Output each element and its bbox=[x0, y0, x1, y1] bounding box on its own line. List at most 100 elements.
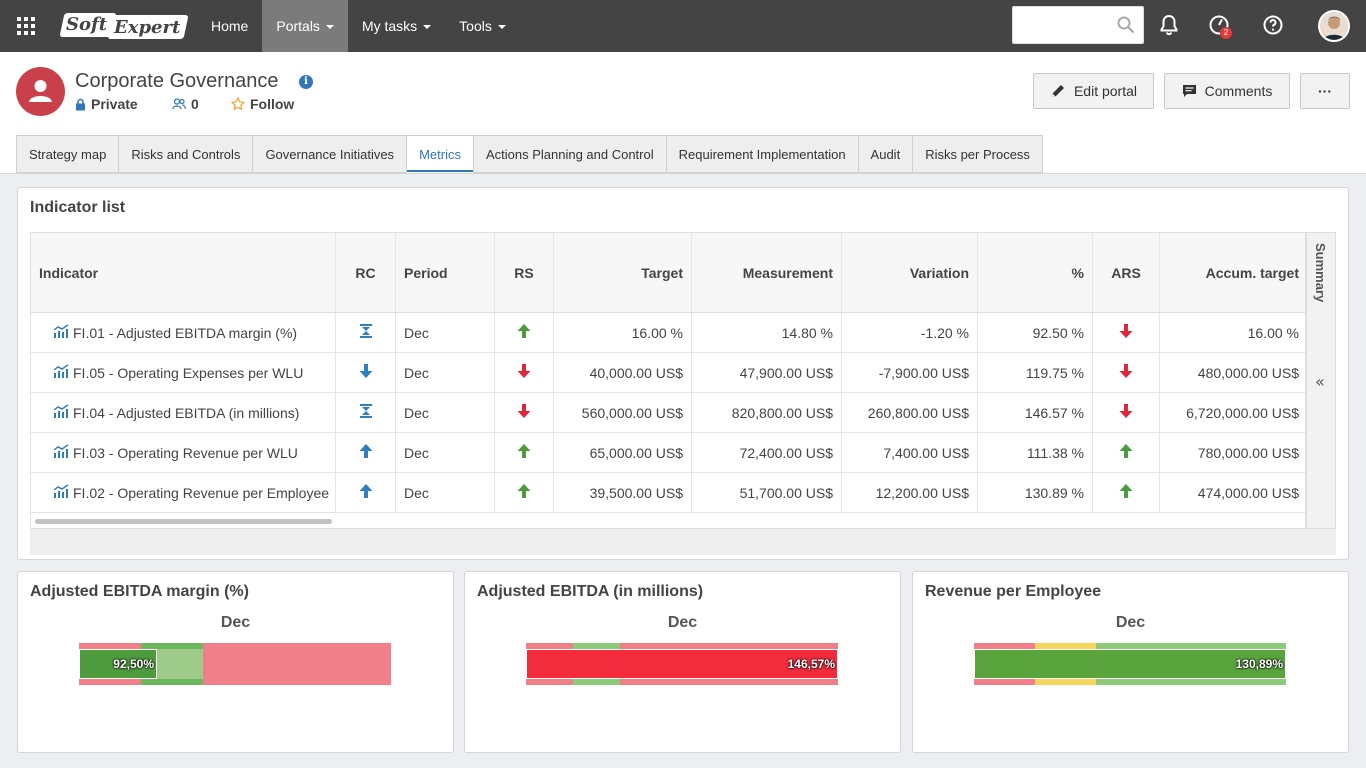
target-cell: 40,000.00 US$ bbox=[554, 353, 692, 392]
percent-cell: 146.57 % bbox=[978, 393, 1093, 432]
card-revenue-per-employee: Revenue per Employee Dec 130,89% bbox=[912, 571, 1349, 753]
column-header-ars[interactable]: ARS bbox=[1093, 233, 1160, 312]
arrow-down-red-icon bbox=[516, 363, 532, 382]
card-title: Adjusted EBITDA margin (%) bbox=[30, 583, 249, 600]
follow-toggle[interactable]: Follow bbox=[231, 96, 294, 112]
table-row[interactable]: FI.04 - Adjusted EBITDA (in millions) Dec… bbox=[31, 393, 1305, 433]
indicator-grid: Indicator RC Period RS Target Measuremen… bbox=[30, 232, 1306, 529]
horizontal-scrollbar[interactable] bbox=[31, 513, 1305, 528]
members-count[interactable]: 0 bbox=[172, 96, 199, 112]
gauge-value-label: 92,50% bbox=[113, 657, 154, 671]
variation-cell: 12,200.00 US$ bbox=[842, 473, 978, 512]
accum-target-cell: 480,000.00 US$ bbox=[1197, 364, 1299, 381]
chevron-down-icon bbox=[325, 24, 334, 29]
more-options-button[interactable]: ··· bbox=[1300, 73, 1350, 109]
column-header-period[interactable]: Period bbox=[396, 233, 495, 312]
card-title: Revenue per Employee bbox=[925, 583, 1102, 600]
info-icon[interactable]: i bbox=[299, 75, 313, 89]
indicator-name[interactable]: FI.03 - Operating Revenue per WLU bbox=[73, 445, 298, 461]
table-row[interactable]: FI.03 - Operating Revenue per WLU Dec 65,0… bbox=[31, 433, 1305, 473]
period-cell: Dec bbox=[396, 433, 495, 472]
indicator-list-panel: Indicator list Indicator RC Period RS Ta… bbox=[17, 187, 1349, 560]
edit-portal-button[interactable]: Edit portal bbox=[1033, 73, 1154, 109]
period-cell: Dec bbox=[396, 313, 495, 352]
column-header-measurement[interactable]: Measurement bbox=[692, 233, 842, 312]
rc-cell bbox=[336, 393, 396, 432]
indicator-cell[interactable]: FI.05 - Operating Expenses per WLU bbox=[31, 353, 336, 392]
panel-footer bbox=[30, 529, 1336, 555]
comments-button[interactable]: Comments bbox=[1164, 73, 1290, 109]
indicator-chart-icon bbox=[53, 404, 69, 421]
indicator-chart-icon bbox=[53, 484, 69, 501]
arrow-up-green-icon bbox=[1118, 443, 1134, 462]
column-header-rs[interactable]: RS bbox=[495, 233, 554, 312]
indicator-name[interactable]: FI.05 - Operating Expenses per WLU bbox=[73, 365, 303, 381]
accum-target-cell: 16.00 % bbox=[1247, 324, 1299, 341]
page-title: Corporate Governance bbox=[75, 70, 279, 92]
table-row[interactable]: FI.02 - Operating Revenue per Employee De… bbox=[31, 473, 1305, 513]
column-header-indicator[interactable]: Indicator bbox=[31, 233, 336, 312]
period-cell: Dec bbox=[396, 473, 495, 512]
summary-label: Summary bbox=[1313, 243, 1328, 303]
indicator-name[interactable]: FI.01 - Adjusted EBITDA margin (%) bbox=[73, 325, 297, 341]
search-icon[interactable] bbox=[1117, 16, 1135, 34]
column-header-variation[interactable]: Variation bbox=[842, 233, 978, 312]
tab-metrics[interactable]: Metrics bbox=[406, 135, 473, 173]
column-header-accum-target[interactable]: Accum. target bbox=[1160, 233, 1305, 312]
nav-portals[interactable]: Portals bbox=[262, 0, 348, 52]
card-ebitda-margin: Adjusted EBITDA margin (%) Dec 92,50% bbox=[17, 571, 454, 753]
indicator-name[interactable]: FI.02 - Operating Revenue per Employee bbox=[73, 485, 329, 501]
tab-strategy-map[interactable]: Strategy map bbox=[16, 135, 119, 173]
double-chevron-left-icon[interactable]: « bbox=[1315, 372, 1325, 391]
softexpert-logo[interactable]: Soft Expert bbox=[59, 13, 189, 39]
rs-cell bbox=[495, 433, 554, 472]
arrow-down-icon bbox=[358, 363, 374, 382]
measurement-cell: 51,700.00 US$ bbox=[692, 473, 842, 512]
tab-requirement-implementation[interactable]: Requirement Implementation bbox=[665, 135, 858, 173]
tab-audit[interactable]: Audit bbox=[857, 135, 913, 173]
nav-tools[interactable]: Tools bbox=[445, 0, 520, 52]
indicator-chart-icon bbox=[53, 364, 69, 381]
rc-cell bbox=[336, 353, 396, 392]
user-avatar[interactable] bbox=[1318, 10, 1350, 42]
indicator-cell[interactable]: FI.03 - Operating Revenue per WLU bbox=[31, 433, 336, 472]
indicator-chart-icon bbox=[53, 324, 69, 341]
nav-my-tasks[interactable]: My tasks bbox=[348, 0, 445, 52]
column-header-target[interactable]: Target bbox=[554, 233, 692, 312]
top-bar: Soft Expert Home Portals My tasks Tools … bbox=[0, 0, 1366, 52]
indicator-cell[interactable]: FI.01 - Adjusted EBITDA margin (%) bbox=[31, 313, 336, 352]
column-header-rc[interactable]: RC bbox=[336, 233, 396, 312]
rc-cell bbox=[336, 313, 396, 352]
tab-governance-initiatives[interactable]: Governance Initiatives bbox=[252, 135, 407, 173]
comment-icon bbox=[1182, 85, 1196, 97]
arrow-down-red-icon bbox=[516, 403, 532, 422]
percent-cell: 130.89 % bbox=[978, 473, 1093, 512]
tab-risks-and-controls[interactable]: Risks and Controls bbox=[118, 135, 253, 173]
arrow-up-green-icon bbox=[1118, 483, 1134, 502]
indicator-cell[interactable]: FI.02 - Operating Revenue per Employee bbox=[31, 473, 336, 512]
measurement-cell: 14.80 % bbox=[692, 313, 842, 352]
indicator-name[interactable]: FI.04 - Adjusted EBITDA (in millions) bbox=[73, 405, 299, 421]
tab-risks-per-process[interactable]: Risks per Process bbox=[912, 135, 1043, 173]
scrollbar-thumb[interactable] bbox=[35, 519, 332, 524]
rc-cell bbox=[336, 433, 396, 472]
indicator-cell[interactable]: FI.04 - Adjusted EBITDA (in millions) bbox=[31, 393, 336, 432]
column-header-percent[interactable]: % bbox=[978, 233, 1093, 312]
table-row[interactable]: FI.05 - Operating Expenses per WLU Dec 40,… bbox=[31, 353, 1305, 393]
bell-icon[interactable] bbox=[1157, 13, 1181, 37]
arrow-down-red-icon bbox=[1118, 363, 1134, 382]
tab-actions-planning-and-control[interactable]: Actions Planning and Control bbox=[472, 135, 666, 173]
pencil-icon bbox=[1051, 85, 1064, 97]
help-icon[interactable] bbox=[1261, 13, 1285, 37]
target-range-icon bbox=[358, 403, 374, 422]
card-ebitda-millions: Adjusted EBITDA (in millions) Dec 146,57… bbox=[464, 571, 901, 753]
search-input[interactable] bbox=[1012, 6, 1144, 44]
table-row[interactable]: FI.01 - Adjusted EBITDA margin (%) Dec 16.… bbox=[31, 313, 1305, 353]
apps-menu-icon[interactable] bbox=[0, 0, 52, 52]
target-range-icon bbox=[358, 323, 374, 342]
nav-home[interactable]: Home bbox=[197, 0, 262, 52]
period-cell: Dec bbox=[396, 353, 495, 392]
chevron-down-icon bbox=[497, 24, 506, 29]
summary-side-panel[interactable]: Summary « bbox=[1306, 232, 1336, 529]
arrow-up-icon bbox=[358, 443, 374, 462]
